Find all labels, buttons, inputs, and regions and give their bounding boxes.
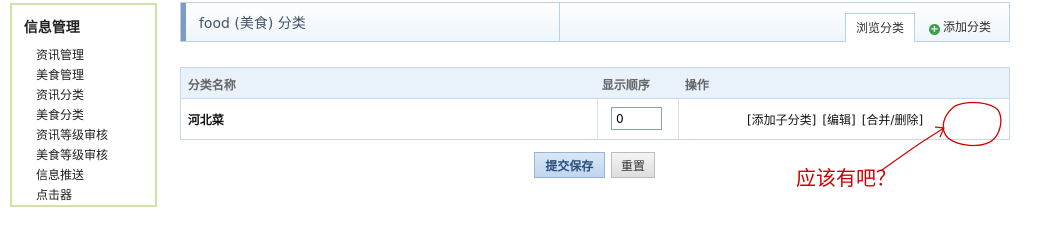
annotation-text: 应该有吧？ [796, 166, 896, 190]
annotation-drawing [881, 101, 1002, 171]
annotation-circle [942, 101, 1002, 147]
